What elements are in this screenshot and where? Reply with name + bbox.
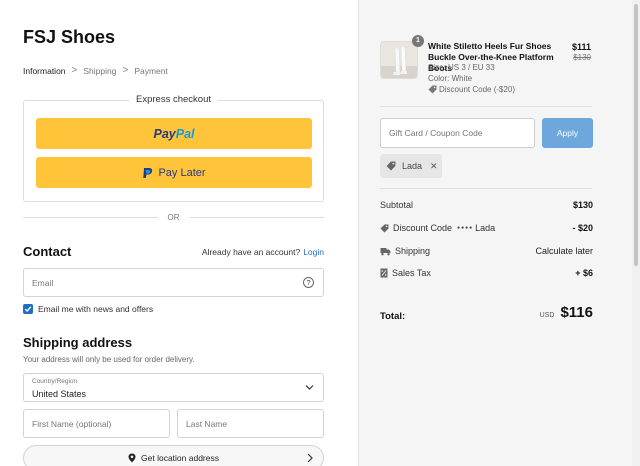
checkout-form-panel: FSJ Shoes Information > Shipping > Payme… xyxy=(0,0,358,466)
coupon-placeholder: Gift Card / Coupon Code xyxy=(389,128,483,138)
email-field[interactable]: Email ? xyxy=(23,268,324,297)
tag-icon xyxy=(386,161,396,171)
product-discount: Discount Code (-$20) xyxy=(428,85,515,94)
subtotal-row: Subtotal $130 xyxy=(380,200,593,210)
scrollbar-thumb[interactable] xyxy=(634,4,638,266)
chevron-down-icon xyxy=(305,385,314,390)
page-scrollbar[interactable] xyxy=(632,0,640,466)
contact-heading: Contact xyxy=(23,244,72,259)
discount-code: Lada xyxy=(475,223,496,233)
total-currency: USD xyxy=(539,312,555,319)
shipping-row: Shipping Calculate later xyxy=(380,246,593,256)
product-thumbnail xyxy=(380,41,418,79)
tag-icon xyxy=(380,224,389,232)
applied-coupon-tag: Lada ✕ xyxy=(380,154,442,178)
truck-icon xyxy=(380,247,391,255)
country-value: United States xyxy=(32,389,87,399)
or-label: OR xyxy=(167,213,180,222)
paypal-logo: PayPal xyxy=(153,126,195,141)
discount-value: - $20 xyxy=(572,223,593,233)
chevron-right-icon xyxy=(307,453,313,463)
login-link[interactable]: Login xyxy=(303,247,324,257)
get-location-label: Get location address xyxy=(141,453,219,463)
store-logo[interactable]: FSJ Shoes xyxy=(23,27,115,48)
breadcrumb: Information > Shipping > Payment xyxy=(23,65,168,77)
or-divider: OR xyxy=(23,213,324,222)
chevron-right-icon: > xyxy=(122,65,129,76)
check-icon xyxy=(24,306,32,313)
express-checkout-box: Express checkout PayPal Pay Later xyxy=(23,94,324,202)
shipping-value: Calculate later xyxy=(535,246,593,256)
shipping-note: Your address will only be used for order… xyxy=(23,355,195,364)
tax-value: + $6 xyxy=(575,268,593,278)
paypal-icon xyxy=(143,167,153,178)
pay-later-button[interactable]: Pay Later xyxy=(36,157,312,188)
total-label: Total: xyxy=(380,311,406,322)
chevron-right-icon: > xyxy=(71,65,78,76)
location-pin-icon xyxy=(128,453,136,463)
subtotal-value: $130 xyxy=(572,200,593,210)
breadcrumb-payment: Payment xyxy=(134,66,168,76)
discount-row: Discount Code ●●●● Lada - $20 xyxy=(380,223,593,233)
product-size: Size: US 3 / EU 33 xyxy=(428,63,495,72)
close-icon[interactable]: ✕ xyxy=(430,161,438,172)
help-icon[interactable]: ? xyxy=(303,277,314,288)
subtotal-label: Subtotal xyxy=(380,200,414,210)
product-price: $111 xyxy=(571,42,591,52)
quantity-badge: 1 xyxy=(412,35,424,47)
divider xyxy=(380,106,592,107)
pay-later-label: Pay Later xyxy=(158,166,206,179)
total-row: Total: USD $116 xyxy=(380,303,593,322)
breadcrumb-information[interactable]: Information xyxy=(23,66,66,76)
newsletter-label[interactable]: Email me with news and offers xyxy=(38,304,153,314)
tag-icon xyxy=(428,85,437,94)
breadcrumb-shipping: Shipping xyxy=(83,66,117,76)
tax-receipt-icon xyxy=(380,268,388,278)
first-name-field[interactable]: First Name (optional) xyxy=(23,409,170,438)
discount-dots: ●●●● xyxy=(457,225,474,231)
shipping-heading: Shipping address xyxy=(23,335,133,350)
product-original-price: $130 xyxy=(573,53,591,62)
country-select[interactable]: Country/Region United States xyxy=(23,373,324,402)
total-value: $116 xyxy=(560,304,593,321)
newsletter-checkbox[interactable] xyxy=(23,304,33,314)
discount-label: Discount Code xyxy=(393,223,453,233)
applied-coupon-code: Lada xyxy=(402,161,423,171)
product-color: Color: White xyxy=(428,74,473,83)
email-placeholder: Email xyxy=(32,277,54,288)
divider xyxy=(380,188,592,189)
account-prompt: Already have an account? Login xyxy=(202,247,324,257)
account-prompt-text: Already have an account? xyxy=(201,247,301,257)
last-name-placeholder: Last Name xyxy=(186,418,228,429)
apply-button[interactable]: Apply xyxy=(542,118,593,148)
last-name-field[interactable]: Last Name xyxy=(177,409,324,438)
shipping-label: Shipping xyxy=(395,246,431,256)
tax-row: Sales Tax + $6 xyxy=(380,268,593,278)
paypal-button[interactable]: PayPal xyxy=(36,118,312,149)
first-name-placeholder: First Name (optional) xyxy=(32,418,112,429)
country-label: Country/Region xyxy=(32,378,78,385)
express-checkout-title: Express checkout xyxy=(129,94,218,105)
get-location-button[interactable]: Get location address xyxy=(23,445,324,466)
order-summary-panel: 1 White Stiletto Heels Fur Shoes Buckle … xyxy=(358,0,632,466)
tax-label: Sales Tax xyxy=(392,268,431,278)
coupon-input[interactable]: Gift Card / Coupon Code xyxy=(380,118,535,148)
